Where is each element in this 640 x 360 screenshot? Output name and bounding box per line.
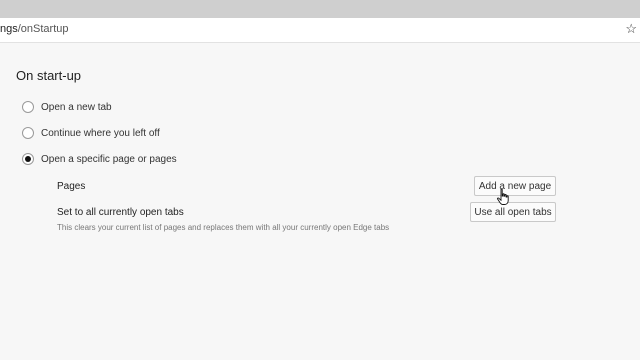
open-tabs-description: This clears your current list of pages a… xyxy=(57,223,390,232)
option-open-specific-pages[interactable]: Open a specific page or pages xyxy=(22,151,177,167)
option-open-new-tab[interactable]: Open a new tab xyxy=(22,99,112,115)
open-tabs-label: Set to all currently open tabs xyxy=(57,207,184,218)
url-path: /onStartup xyxy=(17,23,69,35)
option-label: Open a new tab xyxy=(41,101,112,113)
option-label: Continue where you left off xyxy=(41,127,160,139)
url-prefix: ngs xyxy=(0,23,18,35)
radio-button[interactable] xyxy=(22,101,34,113)
add-new-page-button[interactable]: Add a new page xyxy=(474,176,556,196)
radio-button[interactable] xyxy=(22,127,34,139)
star-icon[interactable]: ☆ xyxy=(625,21,637,37)
browser-top-strip xyxy=(0,0,640,18)
url-text[interactable]: ngs/onStartup xyxy=(0,23,69,35)
use-all-open-tabs-button[interactable]: Use all open tabs xyxy=(470,202,556,222)
address-bar[interactable]: ngs/onStartup ☆ xyxy=(0,18,640,43)
option-label: Open a specific page or pages xyxy=(41,153,177,165)
radio-button-selected[interactable] xyxy=(22,153,34,165)
pages-label: Pages xyxy=(57,181,86,192)
hand-pointer-icon xyxy=(497,188,509,205)
option-continue-where-left-off[interactable]: Continue where you left off xyxy=(22,125,160,141)
section-title: On start-up xyxy=(16,68,82,83)
